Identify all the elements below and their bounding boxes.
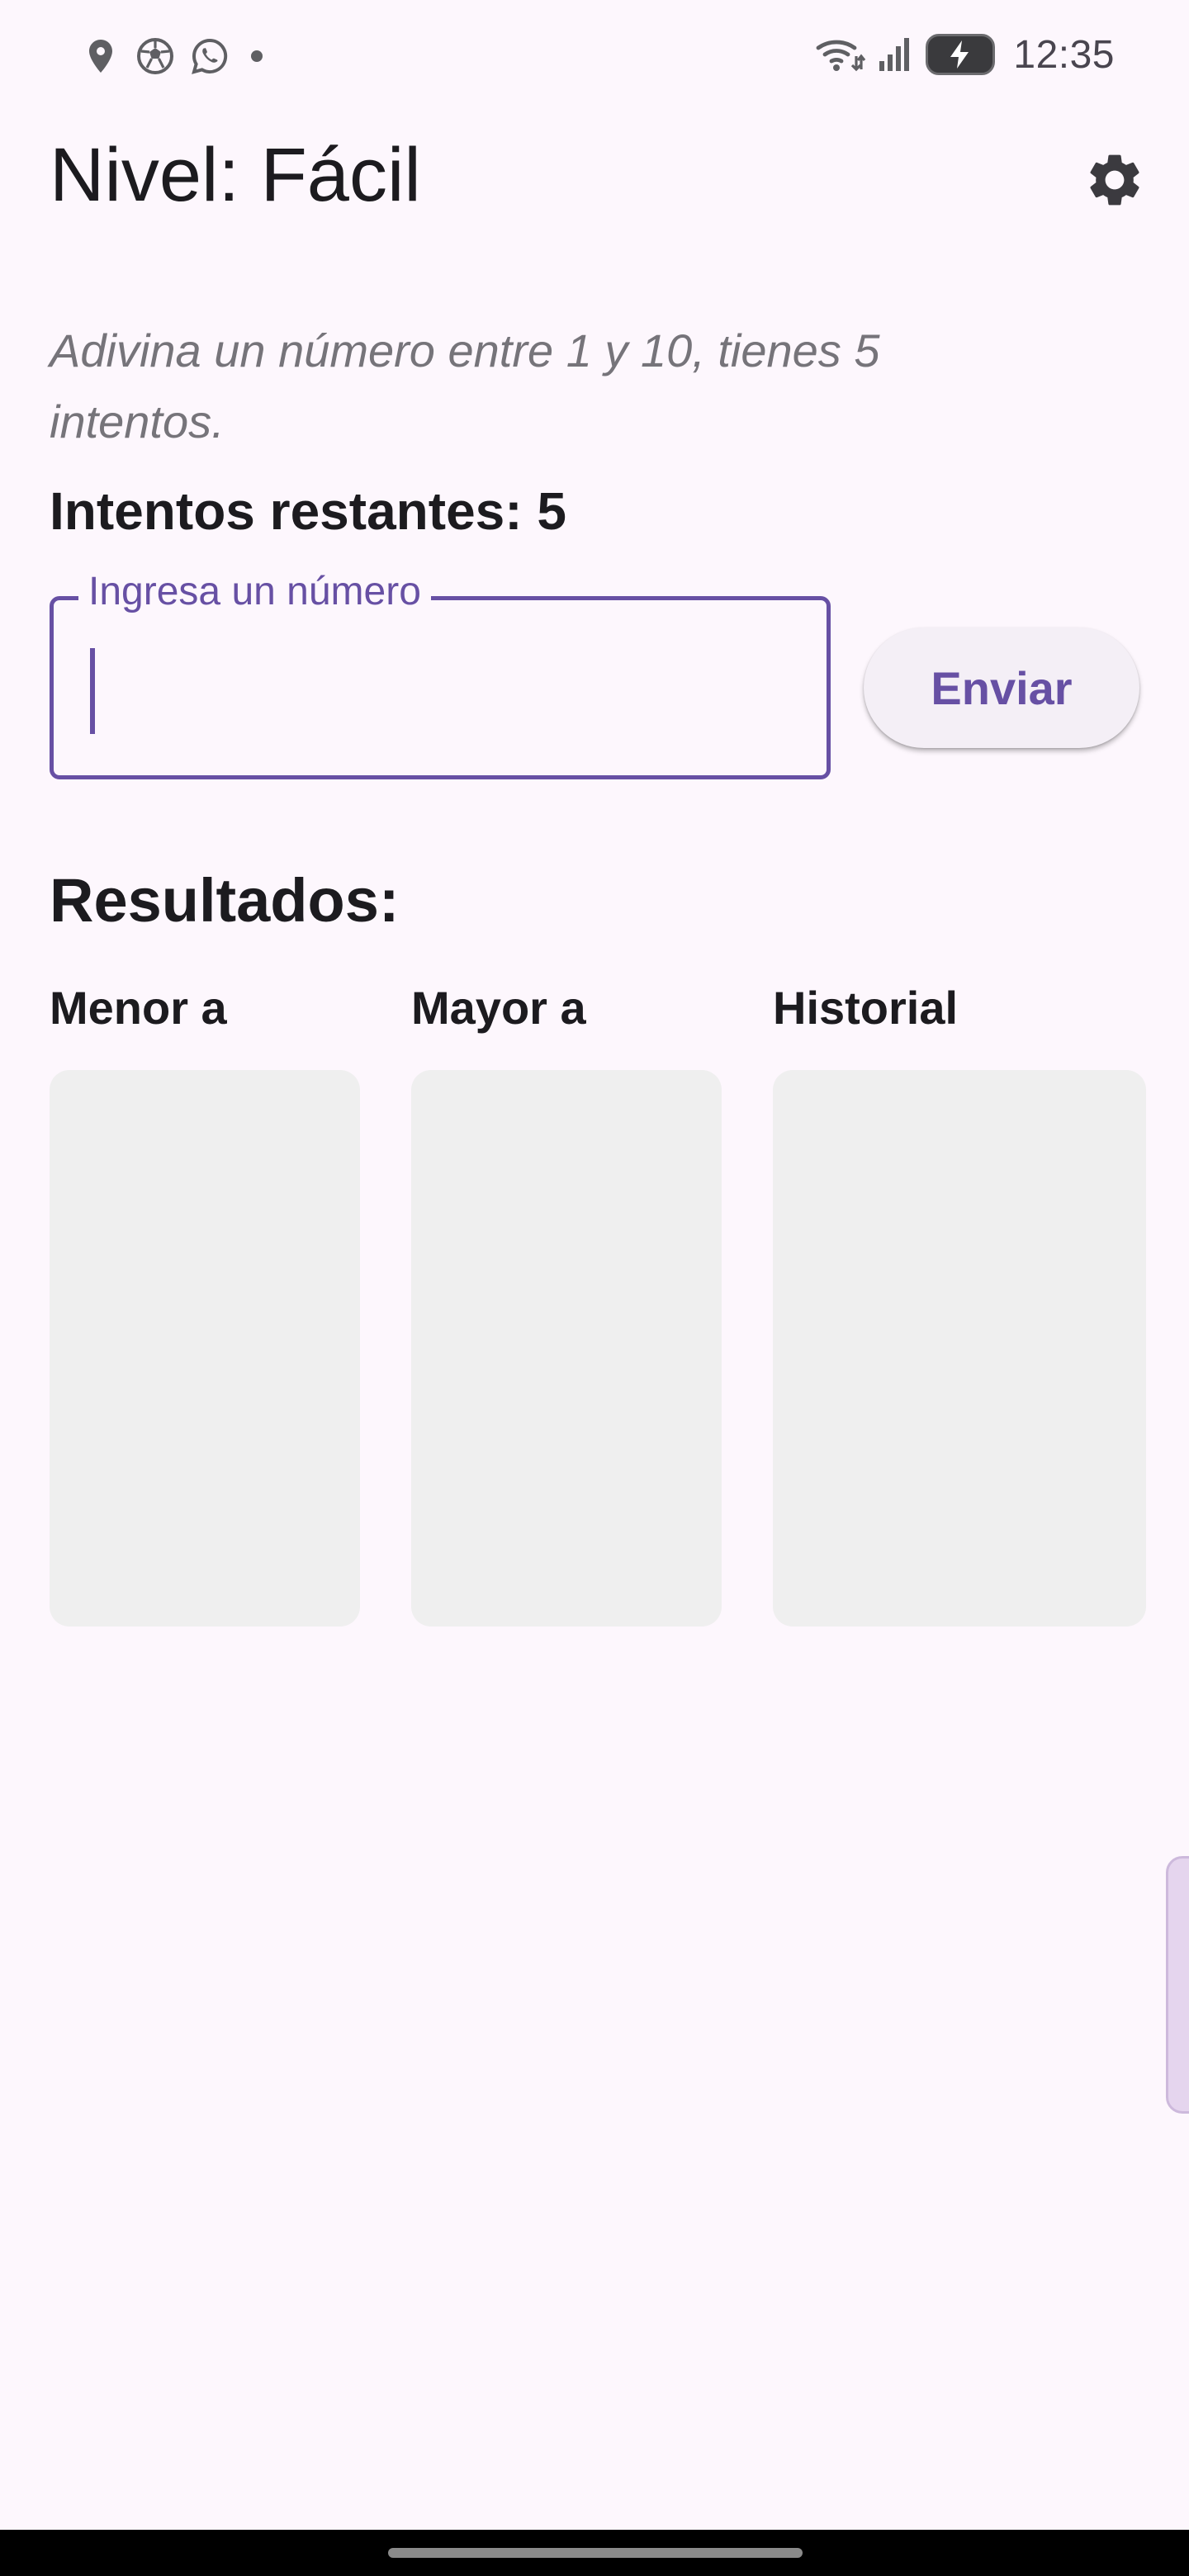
location-icon: [89, 40, 112, 73]
lower-than-header: Menor a: [50, 982, 227, 1034]
status-bar-time: 12:35: [1013, 32, 1115, 77]
gear-icon: [1090, 154, 1139, 206]
soccer-ball-icon: [137, 38, 173, 74]
wifi-icon: [816, 40, 866, 72]
battery-charging-icon: [926, 34, 996, 75]
greater-than-list: [411, 1070, 722, 1627]
navigation-bar: [0, 2530, 1189, 2576]
text-cursor: [90, 648, 95, 734]
page-title: Nivel: Fácil: [50, 133, 421, 217]
results-heading: Resultados:: [50, 866, 400, 935]
status-bar-system: 12:35: [815, 28, 1115, 81]
history-list: [773, 1070, 1146, 1627]
greater-than-header: Mayor a: [411, 982, 586, 1034]
status-bar-notifications: [81, 31, 263, 81]
attempts-remaining: Intentos restantes: 5: [50, 481, 566, 541]
home-gesture-handle[interactable]: [388, 2548, 803, 2558]
status-bar: 12:35: [0, 0, 1189, 112]
history-header: Historial: [773, 982, 959, 1034]
number-input-label: Ingresa un número: [78, 569, 431, 614]
whatsapp-icon: [192, 38, 228, 74]
lower-than-list: [50, 1070, 360, 1627]
settings-button[interactable]: [1082, 147, 1148, 213]
game-instructions: Adivina un número entre 1 y 10, tienes 5…: [50, 324, 880, 447]
send-button[interactable]: Enviar: [864, 627, 1139, 748]
number-input-field[interactable]: Ingresa un número: [50, 569, 831, 779]
notification-dot-icon: [251, 50, 263, 62]
number-input[interactable]: [87, 645, 800, 729]
edge-panel-handle[interactable]: [1166, 1856, 1189, 2114]
signal-icon: [879, 38, 910, 71]
